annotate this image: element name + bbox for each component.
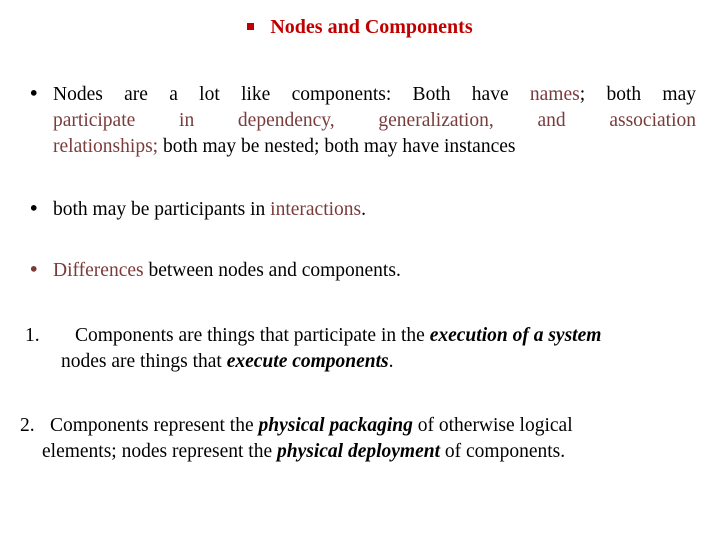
text-run: between nodes and components.	[143, 260, 401, 281]
highlight-names: names	[529, 84, 580, 105]
emphasis-text: physical deployment	[277, 441, 441, 462]
emphasis-text: execution of a system	[429, 325, 602, 346]
text-run: .	[388, 351, 394, 372]
bullet-3-text: Differences between nodes and components…	[53, 258, 696, 284]
highlight-interactions: interactions	[270, 199, 362, 220]
numbered-1-text: Components are things that participate i…	[61, 323, 700, 375]
text-run: .	[361, 199, 367, 220]
text-run: of otherwise logical	[412, 415, 573, 436]
bullet-2-text: both may be participants in interactions…	[53, 197, 696, 223]
bullet-1-text: Nodes are a lot like components: Both ha…	[53, 82, 696, 160]
text-run: Nodes are a lot like components: Both ha…	[53, 84, 530, 105]
bullet-dot-icon: •	[28, 258, 40, 281]
text-run: both may be nested; both may have instan…	[158, 136, 516, 157]
text-run: Components represent the	[50, 415, 259, 436]
numbered-2-line-2: elements; nodes represent the physical d…	[42, 439, 700, 465]
text-run: nodes are things that	[61, 351, 227, 372]
bullet-dot-icon: •	[28, 82, 40, 105]
highlight-differences: Differences	[53, 260, 144, 281]
highlight-relationships: relationships;	[53, 136, 159, 157]
square-bullet-icon	[247, 22, 255, 30]
numbered-2-line-1: Components represent the physical packag…	[50, 413, 700, 439]
title-text: Nodes and Components	[270, 16, 473, 38]
text-run: Components are things that participate i…	[75, 325, 430, 346]
item-number: 1.	[25, 325, 40, 346]
slide-title: Nodes and Components	[0, 16, 720, 39]
bullet-dot-icon: •	[28, 197, 40, 220]
emphasis-text: execute components	[226, 351, 389, 372]
bullet-1-line-1: Nodes are a lot like components: Both ha…	[53, 82, 696, 108]
emphasis-text: physical packaging	[258, 415, 413, 436]
text-run: of components.	[440, 441, 566, 462]
numbered-2-text: Components represent the physical packag…	[42, 413, 700, 465]
item-number: 2.	[20, 415, 35, 436]
text-run: both may be participants in	[53, 199, 271, 220]
text-run: ; both may	[579, 84, 696, 105]
numbered-1-line-2: nodes are things that execute components…	[61, 349, 700, 375]
text-run: elements; nodes represent the	[42, 441, 277, 462]
bullet-1-line-3: relationships; both may be nested; both …	[53, 134, 696, 160]
bullet-1-line-2: participate in dependency, generalizatio…	[53, 110, 696, 131]
numbered-1-line-1: Components are things that participate i…	[75, 323, 700, 349]
